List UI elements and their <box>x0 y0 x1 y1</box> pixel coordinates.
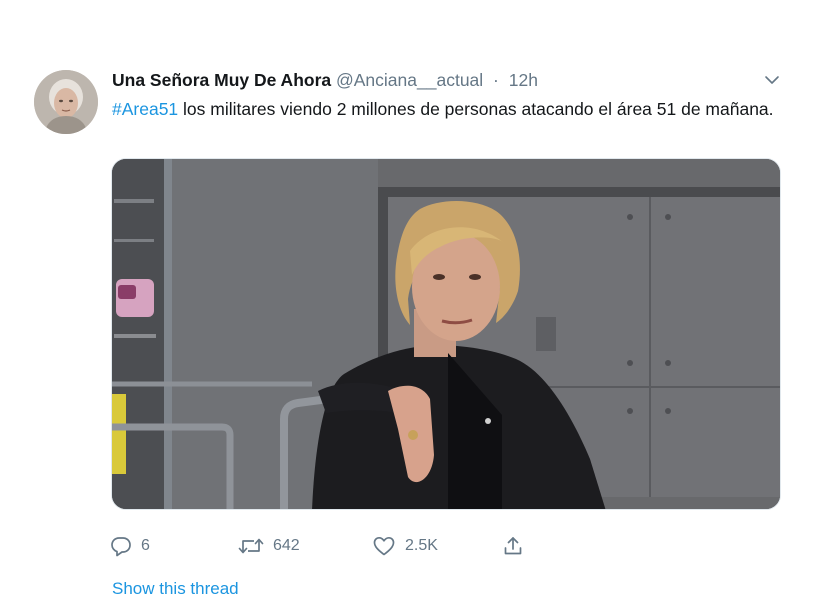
show-thread-link[interactable]: Show this thread <box>112 579 239 599</box>
retweet-icon <box>238 538 264 554</box>
avatar-photo <box>34 70 98 134</box>
tweet-body: los militares viendo 2 millones de perso… <box>178 99 774 119</box>
like-button[interactable]: 2.5K <box>372 530 438 562</box>
tweet-timestamp[interactable]: 12h <box>509 70 538 90</box>
chevron-down-icon[interactable] <box>762 72 782 88</box>
like-count: 2.5K <box>405 537 438 554</box>
share-button[interactable] <box>502 530 524 562</box>
retweet-button[interactable]: 642 <box>238 530 300 562</box>
author-name[interactable]: Una Señora Muy De Ahora <box>112 70 331 90</box>
heart-icon <box>373 536 395 556</box>
tweet-text: #Area51 los militares viendo 2 millones … <box>112 97 787 122</box>
reply-count: 6 <box>141 537 150 554</box>
share-icon <box>504 537 522 555</box>
reply-icon <box>111 537 131 557</box>
tweet-header: Una Señora Muy De Ahora @Anciana__actual… <box>112 69 712 93</box>
tweet-media-photo[interactable] <box>111 158 781 510</box>
tweet-actions: 6 642 2.5K <box>110 530 550 562</box>
retweet-count: 642 <box>273 537 300 554</box>
hashtag-link[interactable]: #Area51 <box>112 99 178 119</box>
reply-button[interactable]: 6 <box>110 530 150 562</box>
header-separator: · <box>493 70 499 90</box>
author-handle[interactable]: @Anciana__actual <box>336 70 483 90</box>
tweet[interactable]: Una Señora Muy De Ahora @Anciana__actual… <box>0 0 818 614</box>
media-image <box>112 159 780 509</box>
author-avatar[interactable] <box>34 70 98 134</box>
